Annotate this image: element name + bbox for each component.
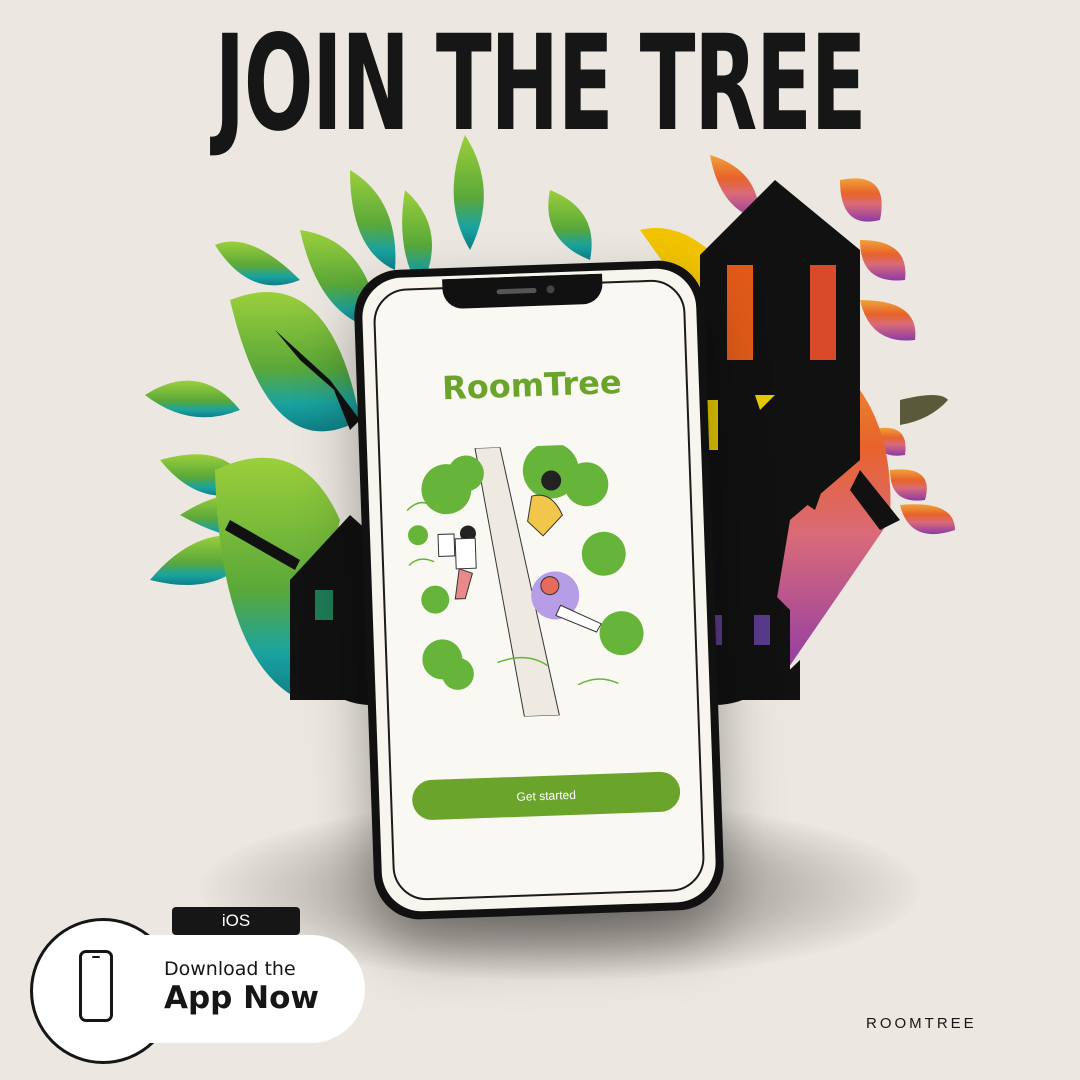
speaker-grille [496,287,537,295]
download-label: Download the [164,958,296,980]
phone-screen-inner: RoomTree Get started [372,278,706,902]
smartphone-icon [79,950,113,1022]
people-in-tree-illustration [406,442,644,718]
brand-wordmark: ROOMTREE [866,1015,977,1032]
phone-screen: RoomTree Get started [361,267,717,913]
phone-mockup: RoomTree Get started [352,259,726,921]
app-now-label: App Now [164,980,320,1016]
phone-notch [442,273,604,310]
camera-dot [546,285,555,294]
platform-tag: iOS [172,907,300,935]
get-started-button[interactable]: Get started [411,771,681,821]
app-title: RoomTree [441,363,623,408]
